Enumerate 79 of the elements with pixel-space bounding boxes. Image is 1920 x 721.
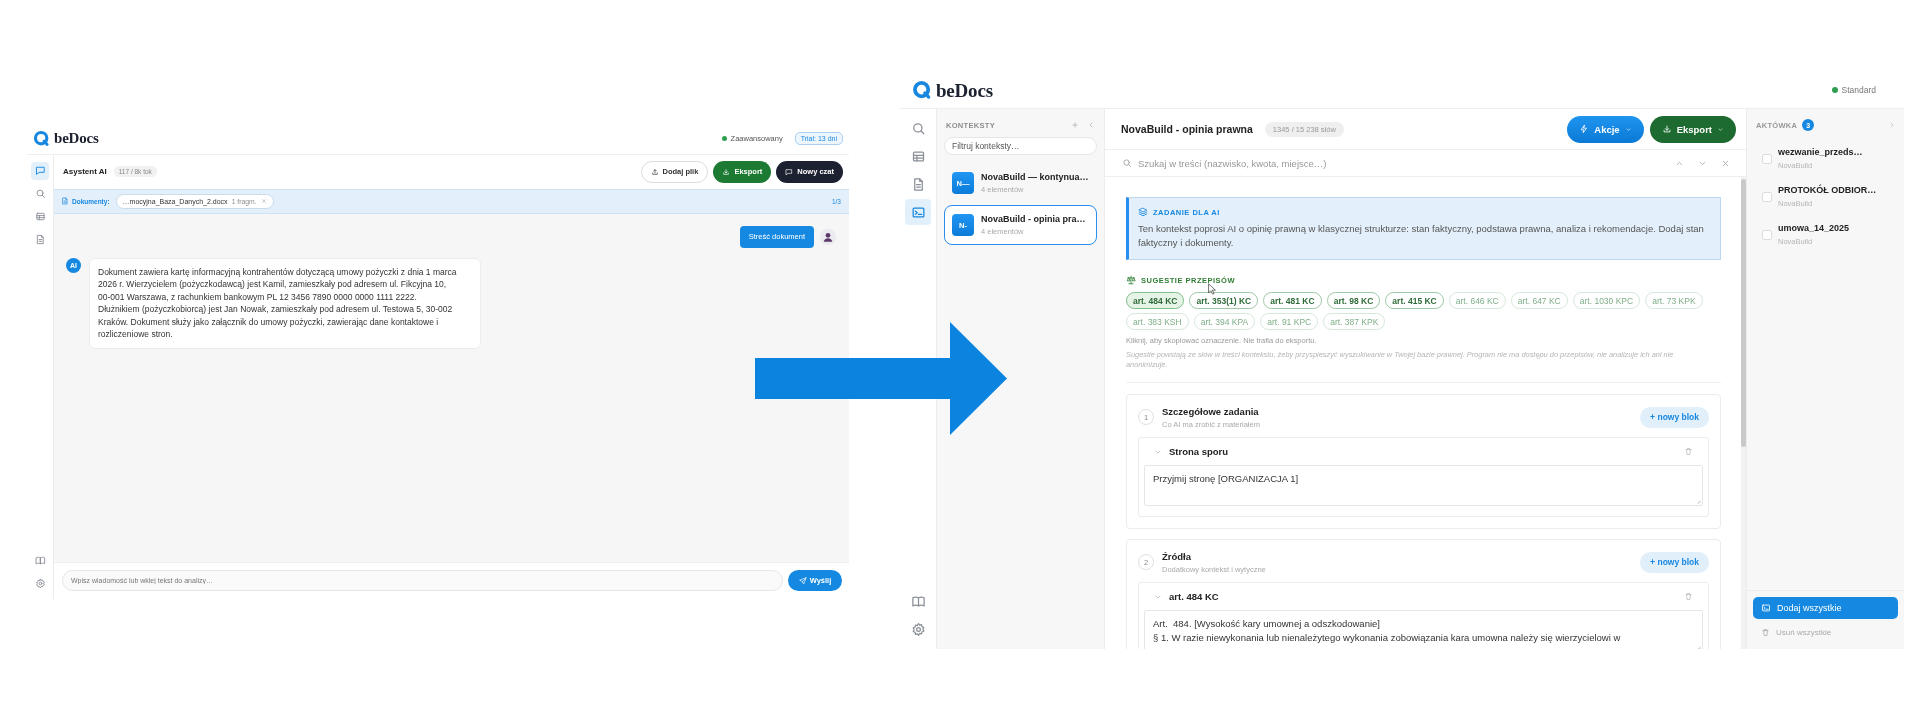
law-reference-chip[interactable]: art. 353(1) KC xyxy=(1189,292,1259,309)
terminal-icon xyxy=(1761,603,1771,613)
download-icon xyxy=(1661,124,1672,134)
lightning-icon xyxy=(1579,124,1590,134)
resize-handle-icon[interactable] xyxy=(1695,498,1701,504)
user-avatar-icon xyxy=(820,228,836,245)
new-block-button[interactable]: + nowy blok xyxy=(1640,406,1709,428)
chat-bubble-icon xyxy=(785,167,794,176)
caret-icon xyxy=(1624,125,1632,133)
law-reference-chip[interactable]: art. 383 KSH xyxy=(1126,313,1189,330)
table-icon xyxy=(34,211,46,222)
add-all-button[interactable]: Dodaj wszystkie xyxy=(1753,597,1898,619)
layers-icon xyxy=(1138,207,1148,217)
block-text-field[interactable]: Przyjmij stronę [ORGANIZACJA 1] xyxy=(1144,465,1703,506)
block-title: Strona sporu xyxy=(1169,446,1230,457)
chevron-right-icon[interactable] xyxy=(1888,121,1896,129)
terminal-icon xyxy=(910,204,926,220)
checkbox[interactable] xyxy=(1762,191,1772,202)
status-dot-icon xyxy=(1831,87,1838,93)
block-title: art. 484 KC xyxy=(1169,591,1220,602)
context-title: NovaBuild — kontynua… xyxy=(981,172,1089,182)
caret-icon xyxy=(1717,125,1724,133)
export-button[interactable]: Eksport xyxy=(1649,115,1736,143)
document-title: PROTOKÓŁ ODBIOR… xyxy=(1778,185,1877,195)
settings-icon xyxy=(910,621,926,637)
logo-icon xyxy=(33,129,50,147)
open-book-icon xyxy=(34,555,46,566)
terminal-nav-button[interactable] xyxy=(905,199,931,225)
plan-label: Standard xyxy=(1841,85,1876,95)
resize-handle-icon[interactable] xyxy=(1695,644,1701,649)
law-reference-chip[interactable]: art. 415 KC xyxy=(1385,292,1444,309)
search-icon xyxy=(910,120,926,136)
new-block-button[interactable]: + nowy blok xyxy=(1640,551,1709,573)
trash-icon[interactable] xyxy=(1684,592,1693,601)
context-title: NovaBuild - opinia pra… xyxy=(981,214,1086,224)
law-reference-chip[interactable]: art. 91 KPC xyxy=(1260,313,1319,330)
upload-icon xyxy=(650,167,659,176)
download-icon xyxy=(722,167,731,176)
task-description: Ten kontekst poprosi AI o opinię prawną w klasycznej strukturze: stan faktyczny, podstawa prawna, analiza i rekomendacje. Dodaj stan faktyczny i dokumenty. xyxy=(1138,222,1705,250)
document-icon xyxy=(61,197,69,205)
ai-message: Dokument zawiera kartę informacyjną kontrahentów dotyczącą umowy pożyczki z dnia 1 marca 2026 r. Wierzycielem (pożyczkodawcą) jest Kamil, zamieszkały pod adresem ul. Fikcyjna 10, 00-001 Warszawa, z rachunkiem bankowym PL 12 3456 7890 0000 0000 1111 2222. Dłużnikiem (pożyczkobiorcą) jest Jan Nowak, zamieszkały pod adresem ul. Testowa 5, 30-002 Kraków. Dokument służy jako załącznik do umowy pożyczki, zawierając dane kontaktowe i rozliczeniowe stron. xyxy=(89,257,481,350)
actions-button[interactable]: Akcje xyxy=(1567,115,1644,143)
scales-icon xyxy=(1126,275,1136,285)
document-icon xyxy=(34,234,46,245)
status-dot-icon xyxy=(721,135,727,141)
law-reference-chip[interactable]: art. 98 KC xyxy=(1326,292,1381,309)
section-title: Szczegółowe zadania xyxy=(1162,405,1259,417)
logo-wordmark: beDocs xyxy=(54,130,99,146)
document-title: wezwanie_przeds… xyxy=(1778,147,1863,157)
law-reference-chip[interactable]: art. 481 KC xyxy=(1263,292,1322,309)
plus-icon[interactable] xyxy=(1071,121,1079,129)
checkbox[interactable] xyxy=(1762,153,1772,164)
law-reference-chip[interactable]: art. 387 KPK xyxy=(1323,313,1386,330)
mouse-pointer-icon xyxy=(1208,283,1216,295)
logo-wordmark: beDocs xyxy=(936,80,993,100)
trash-icon[interactable] xyxy=(1684,447,1693,456)
filter-field[interactable]: Filtruj konteksty… xyxy=(944,137,1097,155)
table-icon xyxy=(910,148,926,164)
context-title-heading: NovaBuild - opinia prawna xyxy=(1121,123,1253,135)
chevron-left-icon[interactable] xyxy=(1087,121,1095,129)
chat-nav-button[interactable] xyxy=(31,161,49,180)
open-book-icon xyxy=(910,593,926,609)
chat-bubble-icon xyxy=(34,165,46,176)
search-field[interactable]: Szukaj w treści (nazwisko, kwota, miejsce…) xyxy=(1138,155,1669,171)
search-icon xyxy=(1122,158,1132,168)
law-reference-chip[interactable]: art. 484 KC xyxy=(1126,292,1185,309)
logo-icon xyxy=(912,80,932,100)
chat-title: Asystent AI xyxy=(63,167,107,176)
search-icon xyxy=(34,188,46,199)
send-icon xyxy=(798,576,807,585)
block-text-field[interactable]: Art. 484. [Wysokość kary umownej a odszkodowanie] § 1. W razie niewykonania lub nienależytego wykonania zobowiązania kara umowna należy się wierzycielowi w xyxy=(1144,610,1703,649)
section-title: Źródła xyxy=(1162,550,1192,562)
document-title: umowa_14_2025 xyxy=(1778,223,1850,233)
settings-icon xyxy=(34,578,46,589)
close-icon[interactable] xyxy=(260,198,267,204)
trash-icon xyxy=(1761,627,1770,637)
scrollbar-thumb[interactable] xyxy=(1741,179,1746,447)
checkbox[interactable] xyxy=(1762,229,1772,240)
close-icon[interactable] xyxy=(1721,158,1730,168)
